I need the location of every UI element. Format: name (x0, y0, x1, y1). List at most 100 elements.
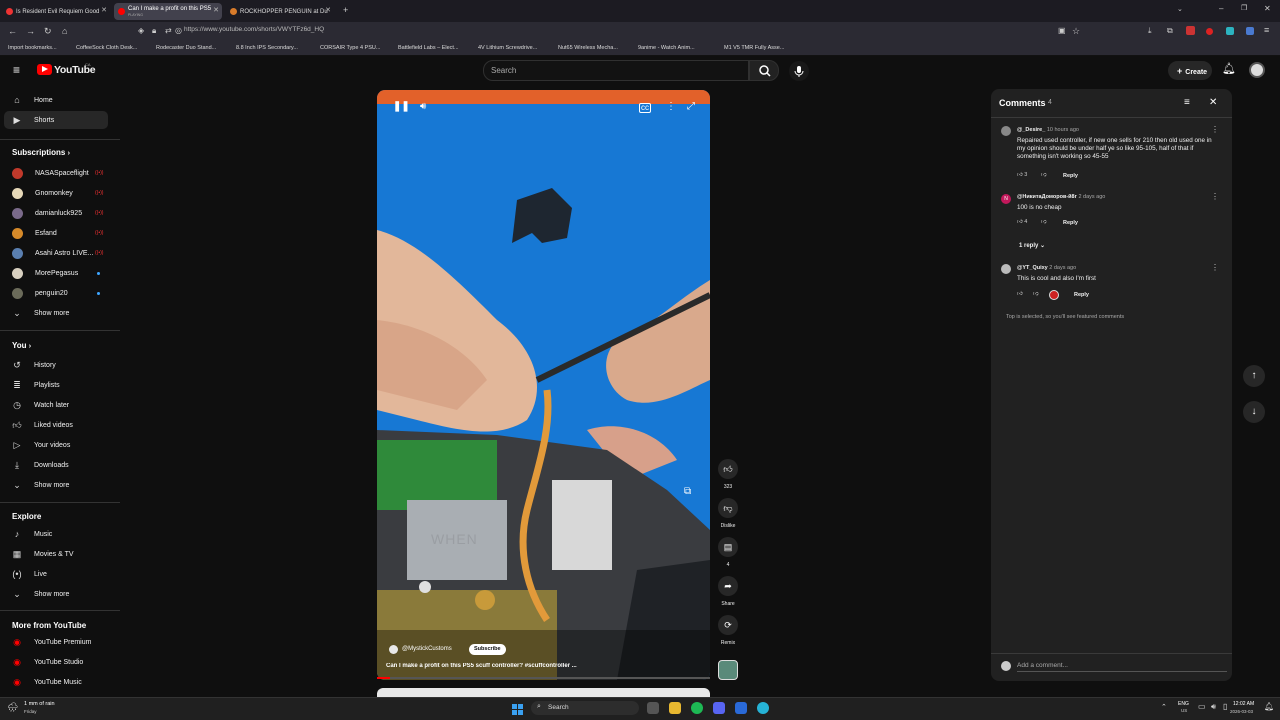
task-view-icon[interactable] (647, 702, 659, 714)
close-tab-icon[interactable]: ✕ (213, 6, 219, 14)
sidebar-item-movies[interactable]: ▦ Movies & TV (12, 547, 74, 561)
comment-dislike-icon[interactable]: 👎︎ (1041, 219, 1047, 225)
sort-icon[interactable]: ≡ (1184, 97, 1190, 108)
video-hashtag[interactable]: #scuffcontroller ... (525, 663, 577, 669)
spotify-icon[interactable] (691, 702, 703, 714)
comment-more-icon[interactable]: ⋮ (1211, 263, 1219, 272)
sidebar-item-watch-later[interactable]: ◷ Watch later (12, 398, 69, 412)
show-more-you[interactable]: ⌄ Show more (12, 478, 69, 492)
fullscreen-icon[interactable]: ⤢ (687, 101, 695, 112)
close-window-icon[interactable]: ✕ (1264, 5, 1271, 13)
you-heading[interactable]: You › (12, 341, 31, 350)
show-more-explore[interactable]: ⌄ Show more (12, 587, 69, 601)
sidebar-item-subscription[interactable]: damianluck925 (12, 206, 82, 220)
create-button[interactable]: + Create (1168, 61, 1212, 80)
comment-author[interactable]: @YT_Quixy 2 days ago (1017, 265, 1076, 271)
video-title[interactable]: Can I make a profit on this PS5 scuff co… (386, 663, 706, 669)
sidebar-item-subscription[interactable]: MorePegasus (12, 266, 78, 280)
close-tab-icon[interactable]: ✕ (101, 6, 107, 14)
sidebar-item-downloads[interactable]: ⤓ Downloads (12, 458, 69, 472)
bookmark[interactable]: 9anime - Watch Anim... (638, 45, 695, 51)
new-tab-icon[interactable]: + (343, 6, 348, 15)
pause-icon[interactable]: ❚❚ (393, 101, 410, 112)
more-options-icon[interactable]: ⋮ (666, 101, 676, 112)
bookmark[interactable]: Import bookmarks... (8, 45, 57, 51)
lock-icon[interactable]: 🔒︎ (152, 27, 156, 35)
next-short-button[interactable]: ↓ (1243, 401, 1265, 423)
volume-icon[interactable]: 🔊︎ (420, 101, 426, 112)
language-indicator[interactable]: ENG (1178, 701, 1189, 707)
sidebar-item-live[interactable]: (•) Live (12, 567, 46, 581)
comment-like-button[interactable]: 👍︎ 4 (1017, 219, 1027, 225)
comment-like-icon[interactable]: 👍︎ (1017, 291, 1023, 297)
maximize-icon[interactable]: ❐ (1241, 5, 1247, 12)
forward-icon[interactable]: → (26, 27, 35, 36)
bookmark-star-icon[interactable]: ☆ (1072, 27, 1080, 36)
bookmark[interactable]: Nut65 Wireless Mecha... (558, 45, 618, 51)
back-icon[interactable]: ← (8, 27, 17, 36)
subscribe-button[interactable]: Subscribe (469, 644, 506, 655)
comment-dislike-icon[interactable]: 👎︎ (1041, 172, 1047, 178)
battery-icon[interactable]: ▯ (1223, 702, 1227, 711)
captions-icon[interactable]: cc (639, 103, 651, 113)
reload-icon[interactable]: ↻ (44, 27, 52, 36)
comment-like-button[interactable]: 👍︎ 3 (1017, 172, 1027, 178)
extension-icon[interactable] (1246, 27, 1254, 35)
comment-more-icon[interactable]: ⋮ (1211, 192, 1219, 201)
bookmark[interactable]: 8.8 Inch IPS Secondary... (236, 45, 298, 51)
remix-button[interactable]: ⟳ (718, 615, 738, 635)
sidebar-item-liked-videos[interactable]: 👍︎ Liked videos (12, 418, 73, 432)
avatar[interactable] (1249, 62, 1265, 78)
close-tab-icon[interactable]: ✕ (325, 6, 331, 14)
browser-tab-3[interactable]: ROCKHOPPER PENGUIN at Du ✕ (226, 3, 334, 20)
bookmark[interactable]: 4V Lithium Screwdrive... (478, 45, 537, 51)
comment-dislike-icon[interactable]: 👎︎ (1033, 291, 1039, 297)
downloads-toolbar-icon[interactable]: ⤓ (1148, 27, 1152, 35)
commenter-avatar[interactable] (1001, 126, 1011, 136)
weather-icon[interactable]: 🌧︎ (7, 702, 18, 713)
subscriptions-heading[interactable]: Subscriptions › (12, 148, 70, 157)
previous-short-button[interactable]: ↑ (1243, 365, 1265, 387)
share-button[interactable]: ➦ (718, 576, 738, 596)
clock-time[interactable]: 12:02 AM (1233, 701, 1254, 707)
shield-icon[interactable]: ◈ (138, 27, 144, 35)
extension-icon[interactable] (1226, 27, 1234, 35)
sidebar-item-subscription[interactable]: Esfand (12, 226, 57, 240)
browser-tab-1[interactable]: Is Resident Evil Requiem Good ✕ (2, 3, 110, 20)
sidebar-item-shorts[interactable]: ▶ Shorts (12, 113, 55, 127)
menu-icon[interactable]: ≡ (1264, 26, 1269, 35)
next-short-preview[interactable] (377, 688, 710, 697)
voice-search-button[interactable] (789, 61, 809, 81)
bookmark[interactable]: Rodecaster Duo Stand... (156, 45, 216, 51)
reply-button[interactable]: Reply (1063, 173, 1078, 179)
sidebar-item-home[interactable]: ⌂ Home (12, 93, 52, 107)
sidebar-item-your-videos[interactable]: ▷ Your videos (12, 438, 71, 452)
add-comment-input[interactable]: Add a comment... (1017, 662, 1227, 672)
channel-name[interactable]: @MystickCustoms (402, 646, 452, 652)
dislike-button[interactable]: 👎︎ (718, 498, 738, 518)
sidebar-item-playlists[interactable]: ≣ Playlists (12, 378, 59, 392)
tab-list-icon[interactable]: ⌄ (1177, 6, 1183, 13)
commenter-avatar[interactable]: N (1001, 194, 1011, 204)
sidebar-item-subscription[interactable]: Gnomonkey (12, 186, 73, 200)
sidebar-item-youtube-studio[interactable]: ◉ YouTube Studio (12, 655, 83, 669)
progress-track[interactable] (377, 677, 710, 679)
windows-start-icon[interactable] (512, 702, 523, 715)
browser-tab-2[interactable]: Can I make a profit on this PS5 PLAYING … (114, 3, 222, 20)
search-input[interactable]: Search (483, 60, 749, 81)
sidebar-item-music[interactable]: ♪ Music (12, 527, 53, 541)
reply-button[interactable]: Reply (1063, 220, 1078, 226)
show-more-subscriptions[interactable]: ⌄ Show more (12, 306, 69, 320)
clock-date[interactable]: 2026-03-03 (1230, 709, 1253, 714)
commenter-avatar[interactable] (1001, 264, 1011, 274)
bookmark[interactable]: CORSAIR Type 4 PSU... (320, 45, 380, 51)
comment-author[interactable]: @НикитаДоморов-й8г 2 days ago (1017, 194, 1105, 200)
chevron-up-icon[interactable]: ⌃ (1161, 703, 1167, 711)
site-info-icon[interactable]: ◎ (175, 27, 182, 35)
sound-thumbnail[interactable] (718, 660, 738, 680)
home-page-icon[interactable]: ⌂ (62, 27, 67, 36)
view-replies-button[interactable]: 1 reply ⌄ (1019, 242, 1045, 249)
comment-author[interactable]: @_Desire_ 10 hours ago (1017, 127, 1079, 133)
extensions-icon[interactable]: ⧉ (1167, 27, 1173, 35)
sidebar-item-subscription[interactable]: penguin20 (12, 286, 68, 300)
